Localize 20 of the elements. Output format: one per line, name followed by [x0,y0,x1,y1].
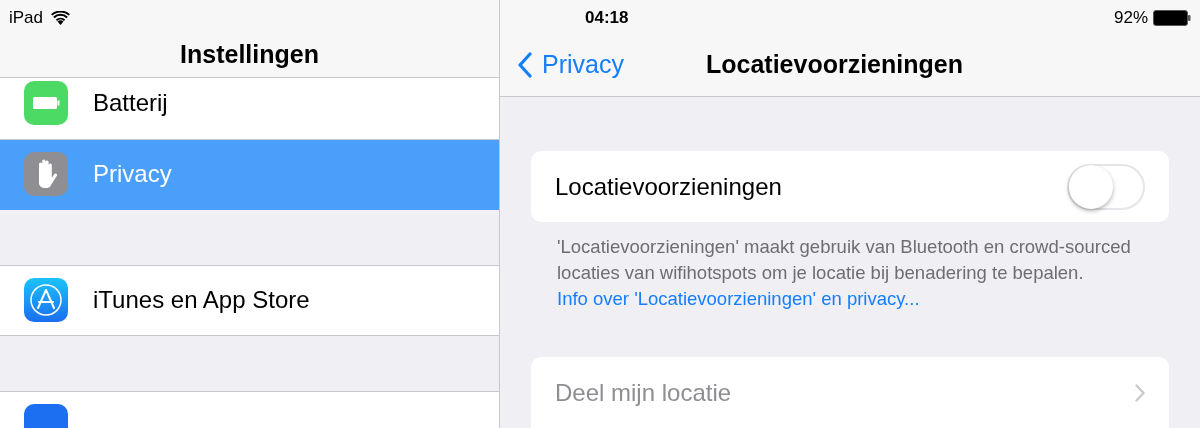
sidebar-title: Instellingen [180,39,319,70]
back-chevron-icon [518,51,532,78]
wifi-icon [51,11,71,25]
toggle-switch[interactable] [1067,163,1145,210]
battery-icon [24,81,68,125]
back-button[interactable]: Privacy [518,45,624,84]
privacy-link[interactable]: Info over 'Locatievoorzieningen' en privacy... [557,288,920,309]
page-title: Locatievoorzieningen [705,48,963,80]
toggle-label: Locatievoorzieningen [555,171,782,202]
device-name: iPad [9,7,44,30]
clock: 04:18 [585,7,629,30]
hand-icon [24,152,68,196]
footer-text: 'Locatievoorzieningen' maakt gebruik van Bluetooth en crowd-sourced locaties van wifihotspots om je locatie bij benadering te bepalen. Info over 'Locatievoorzieningen' en privacy... [556,235,1132,311]
battery-icon [1153,10,1191,26]
chevron-right-icon [1135,383,1145,402]
battery-percentage: 92% [1113,7,1148,30]
sidebar-item[interactable]: Batterij [0,77,499,140]
sidebar-item[interactable]: Privacy [0,139,499,210]
app-store-icon [24,278,68,322]
sidebar-item[interactable]: iTunes en App Store [0,265,499,336]
